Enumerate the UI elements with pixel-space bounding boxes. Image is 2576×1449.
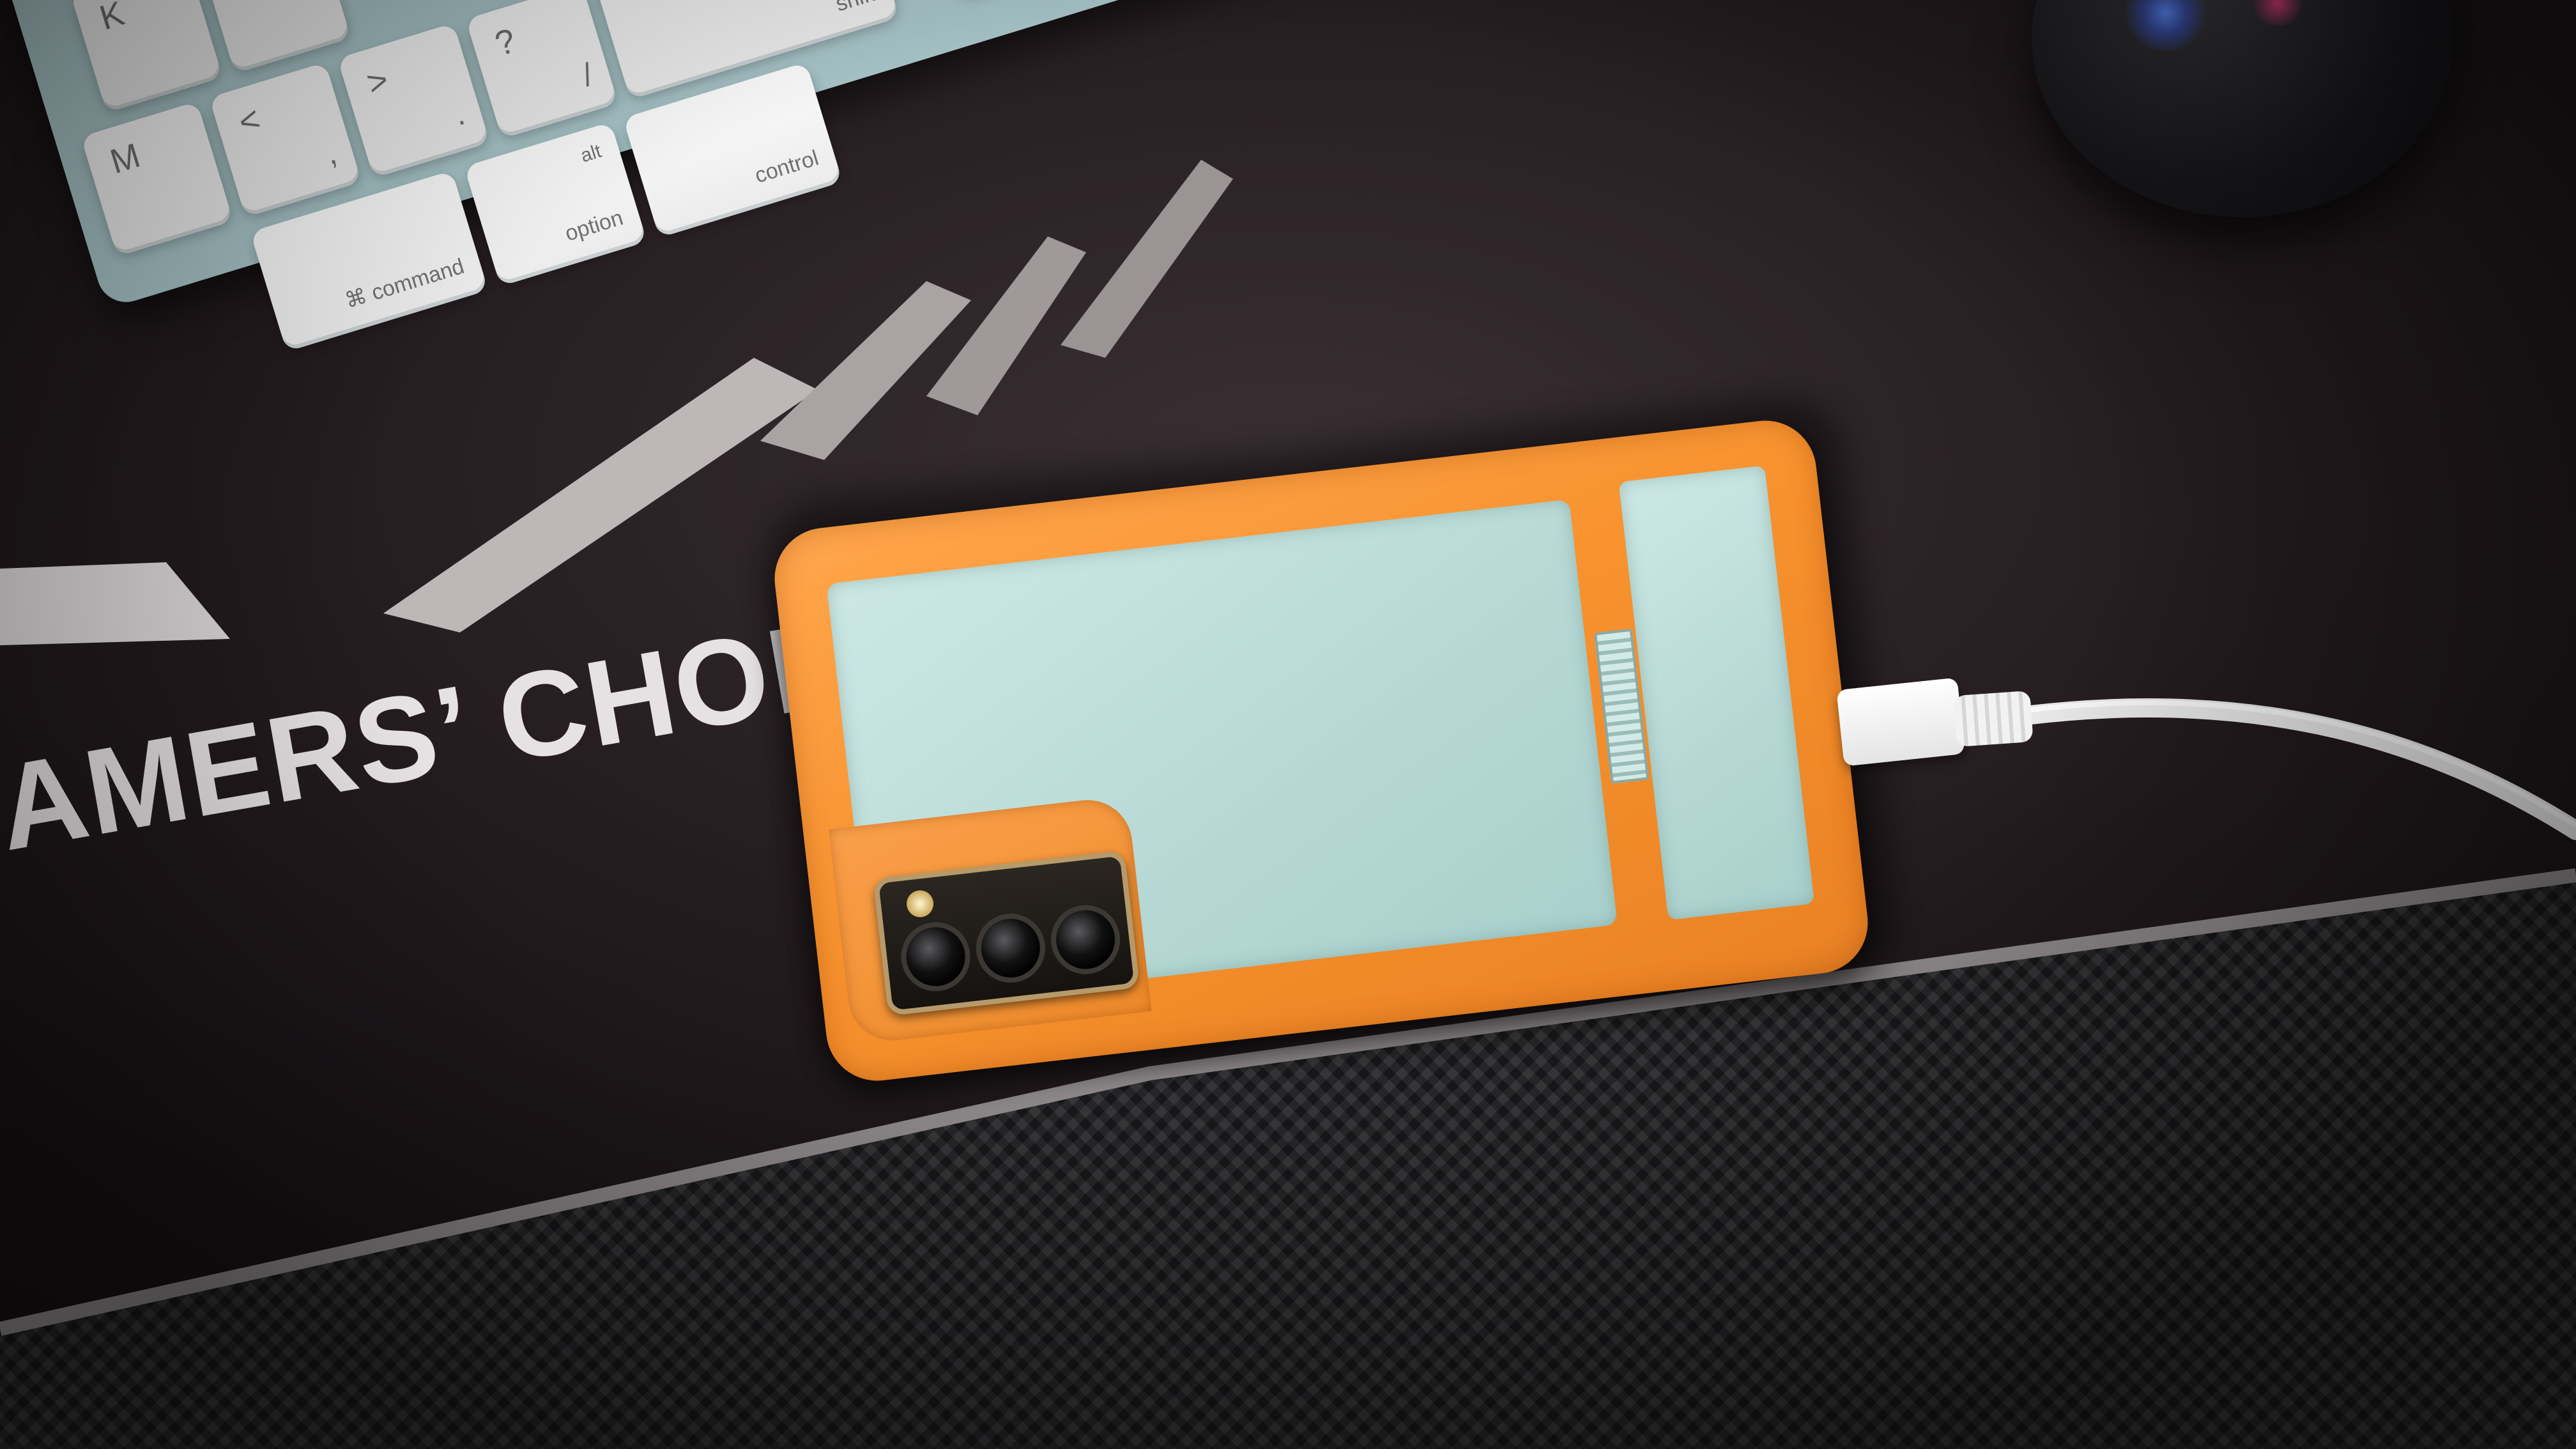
case-window-side [1618,465,1815,921]
usb-c-plug [1836,677,1965,767]
cable-wire [2016,698,2576,840]
phone-in-orange-case [769,415,1873,1087]
camera-lens-3 [1047,901,1124,978]
usb-strain-relief [1953,690,2034,747]
flash-icon [905,889,935,919]
camera-lens-1 [897,918,974,995]
photo-scene: AMERS’ CHOICE K L M < , > . ? / shift ⌘ … [0,0,2576,1449]
camera-lens-2 [972,910,1049,986]
camera-module [873,850,1140,1016]
